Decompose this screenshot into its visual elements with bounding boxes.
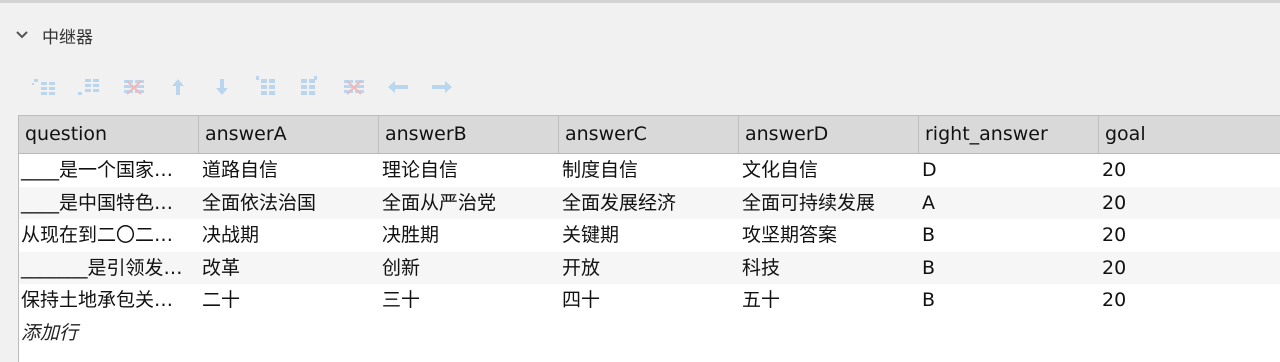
table-cell[interactable]: 20 — [1099, 187, 1280, 220]
table-cell[interactable]: 开放 — [559, 252, 739, 285]
move-up-icon[interactable] — [156, 72, 200, 102]
move-left-icon[interactable] — [376, 72, 420, 102]
table-cell[interactable]: 道路自信 — [199, 154, 379, 187]
table-header-row: question answerA answerB answerC answerD… — [19, 116, 1280, 154]
insert-row-above-icon[interactable] — [24, 72, 68, 102]
table-cell[interactable]: 保持土地承包关… — [19, 284, 199, 317]
chevron-down-icon[interactable] — [14, 27, 30, 43]
section-title: 中继器 — [42, 27, 93, 48]
table-row[interactable]: ____是一个国家… 道路自信 理论自信 制度自信 文化自信 D 20 — [19, 154, 1280, 187]
table-cell[interactable]: 20 — [1099, 252, 1280, 285]
table-cell[interactable]: 20 — [1099, 219, 1280, 252]
table-cell[interactable]: 从现在到二〇二… — [19, 219, 199, 252]
table-cell[interactable]: ____是一个国家… — [19, 154, 199, 187]
insert-column-right-icon[interactable] — [288, 72, 332, 102]
table-cell[interactable]: 制度自信 — [559, 154, 739, 187]
table-cell[interactable]: A — [919, 187, 1099, 220]
table-cell[interactable]: 决胜期 — [379, 219, 559, 252]
table-cell[interactable]: 决战期 — [199, 219, 379, 252]
table-cell[interactable]: 理论自信 — [379, 154, 559, 187]
table-cell[interactable]: 全面发展经济 — [559, 187, 739, 220]
table-cell[interactable]: D — [919, 154, 1099, 187]
table-cell[interactable]: ____是中国特色… — [19, 187, 199, 220]
insert-column-left-icon[interactable] — [244, 72, 288, 102]
table-row[interactable]: 从现在到二〇二… 决战期 决胜期 关键期 攻坚期答案 B 20 — [19, 219, 1280, 252]
table-cell[interactable]: 四十 — [559, 284, 739, 317]
table-cell[interactable]: 20 — [1099, 284, 1280, 317]
table-cell[interactable]: 改革 — [199, 252, 379, 285]
table-row[interactable]: ____是中国特色… 全面依法治国 全面从严治党 全面发展经济 全面可持续发展 … — [19, 186, 1280, 220]
table-cell[interactable]: 五十 — [739, 284, 919, 317]
table-cell[interactable]: 文化自信 — [739, 154, 919, 187]
table-cell[interactable]: 全面从严治党 — [379, 187, 559, 220]
repeater-data-grid[interactable]: question answerA answerB answerC answerD… — [18, 115, 1280, 362]
table-cell[interactable]: 关键期 — [559, 219, 739, 252]
table-cell[interactable]: B — [919, 284, 1099, 317]
table-cell[interactable]: 创新 — [379, 252, 559, 285]
table-cell[interactable]: 全面可持续发展 — [739, 187, 919, 220]
table-cell[interactable]: 全面依法治国 — [199, 187, 379, 220]
table-row[interactable]: _______是引领发… 改革 创新 开放 科技 B 20 — [19, 251, 1280, 285]
repeater-section-header[interactable]: 中继器 — [14, 22, 93, 48]
delete-column-icon[interactable] — [332, 72, 376, 102]
table-cell[interactable]: 20 — [1099, 154, 1280, 187]
column-header-answerC[interactable]: answerC — [559, 116, 739, 153]
delete-row-icon[interactable] — [112, 72, 156, 102]
table-cell[interactable]: 二十 — [199, 284, 379, 317]
table-cell[interactable]: 三十 — [379, 284, 559, 317]
table-cell[interactable]: 攻坚期答案 — [739, 219, 919, 252]
table-cell[interactable]: B — [919, 252, 1099, 285]
move-right-icon[interactable] — [420, 72, 464, 102]
table-cell[interactable]: B — [919, 219, 1099, 252]
table-cell[interactable]: _______是引领发… — [19, 252, 199, 285]
add-row-button[interactable]: 添加行 — [19, 317, 1280, 349]
column-header-right-answer[interactable]: right_answer — [919, 116, 1099, 153]
top-divider — [0, 0, 1280, 3]
repeater-toolbar — [24, 72, 464, 102]
column-header-question[interactable]: question — [19, 116, 199, 153]
column-header-answerB[interactable]: answerB — [379, 116, 559, 153]
column-header-answerA[interactable]: answerA — [199, 116, 379, 153]
table-row[interactable]: 保持土地承包关… 二十 三十 四十 五十 B 20 — [19, 284, 1280, 317]
insert-row-below-icon[interactable] — [68, 72, 112, 102]
table-cell[interactable]: 科技 — [739, 252, 919, 285]
column-header-goal[interactable]: goal — [1099, 116, 1280, 153]
move-down-icon[interactable] — [200, 72, 244, 102]
column-header-answerD[interactable]: answerD — [739, 116, 919, 153]
